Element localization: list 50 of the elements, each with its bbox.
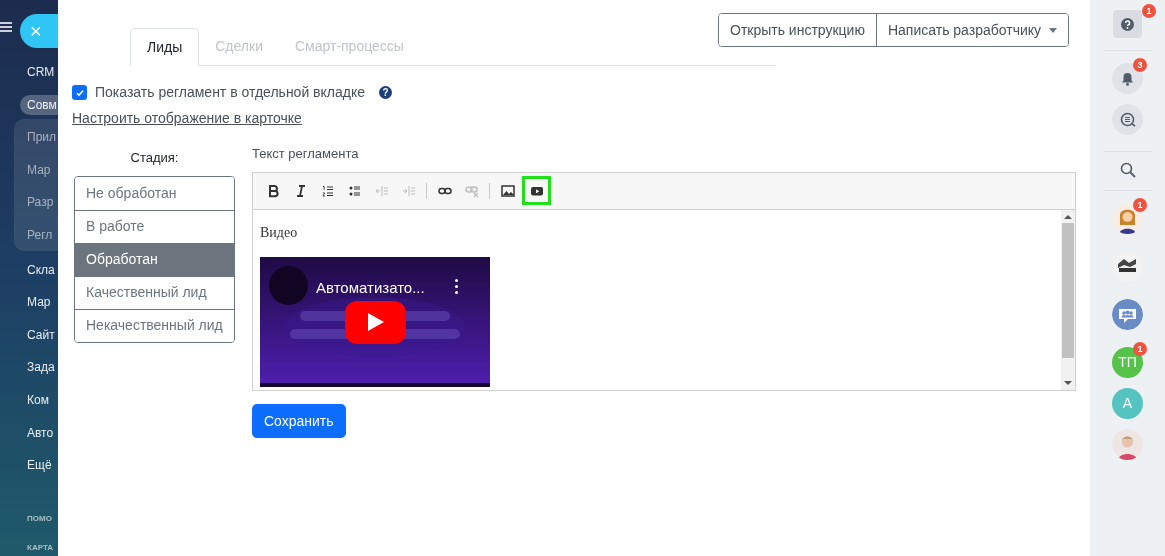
menu-item[interactable]: Прил xyxy=(27,127,56,148)
scroll-down-icon[interactable] xyxy=(1064,379,1072,386)
menu-item[interactable]: CRM xyxy=(27,62,55,82)
scroll-up-icon[interactable] xyxy=(1064,213,1072,220)
menu-item[interactable]: Регл xyxy=(27,225,53,245)
menu-item[interactable]: Совм xyxy=(20,94,58,115)
help-icon xyxy=(1121,17,1134,31)
video-player[interactable]: Автоматизато... xyxy=(260,256,490,387)
menu-icon[interactable] xyxy=(0,22,12,32)
notification-badge: 1 xyxy=(1142,4,1156,18)
help-icon[interactable]: ? xyxy=(379,86,393,99)
bell-icon xyxy=(1121,71,1134,86)
settings-link[interactable]: Настроить отображение в карточке xyxy=(72,110,302,126)
stage-item[interactable]: Обработан xyxy=(75,242,234,276)
check-icon xyxy=(74,87,85,98)
section-label: КАРТА xyxy=(27,542,54,554)
menu-item[interactable]: Мар xyxy=(27,292,51,313)
stage-item[interactable]: Некачественный лид xyxy=(75,308,234,342)
menu-item[interactable]: Ком xyxy=(27,390,49,410)
notification-badge: 1 xyxy=(1133,342,1147,356)
help-button[interactable] xyxy=(1113,10,1142,38)
notifications-button[interactable] xyxy=(1112,63,1143,94)
group-chat-avatar[interactable] xyxy=(1112,299,1143,330)
notification-badge: 1 xyxy=(1133,198,1147,212)
video-title: Автоматизато... xyxy=(316,277,425,298)
tab[interactable]: Лиды xyxy=(130,28,200,66)
notification-badge: 3 xyxy=(1133,58,1147,72)
dropdown-button[interactable]: Написать разработчику xyxy=(875,14,1069,46)
menu-item[interactable]: Сайт xyxy=(27,324,55,345)
checkbox[interactable] xyxy=(72,85,87,100)
caret-icon xyxy=(1049,27,1058,33)
scrollbar[interactable] xyxy=(1061,209,1075,390)
content-text: Видео xyxy=(260,223,299,242)
field-label: Текст регламента xyxy=(252,145,360,163)
section-label: ПОМО xyxy=(27,513,52,525)
save-button[interactable]: Сохранить xyxy=(252,404,346,438)
menu-item[interactable]: Мар xyxy=(27,159,51,180)
menu-item[interactable]: Скла xyxy=(27,259,55,280)
menu-item[interactable]: Ещё xyxy=(27,455,52,476)
chat-button[interactable] xyxy=(1112,104,1143,135)
stage-title: Стадия: xyxy=(129,149,180,167)
more-icon[interactable] xyxy=(455,278,458,294)
play-icon[interactable] xyxy=(522,176,551,205)
chat-icon xyxy=(1119,111,1136,128)
menu-item[interactable]: Авто xyxy=(27,422,54,443)
menu-item[interactable]: Зада xyxy=(27,357,55,378)
play-icon[interactable] xyxy=(345,300,406,344)
menu-item[interactable]: Разр xyxy=(27,192,54,213)
checkbox-label: Показать регламент в отдельной вкладке xyxy=(95,83,366,102)
avatar[interactable] xyxy=(1112,203,1143,234)
